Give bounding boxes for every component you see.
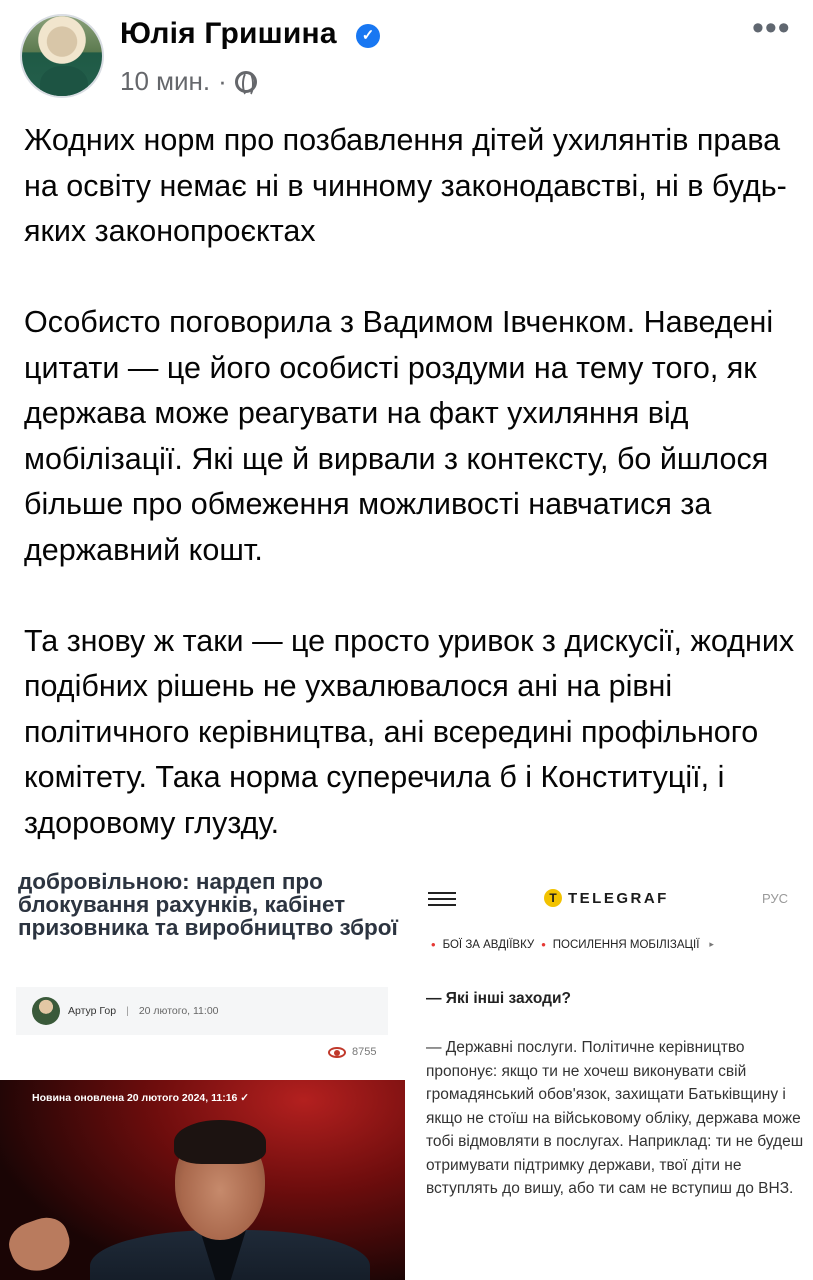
video-updated-label: Новина оновлена 20 лютого 2024, 11:16 ✓ xyxy=(32,1092,250,1104)
article-author: Артур Гор xyxy=(68,1005,117,1017)
verified-badge-icon: ✓ xyxy=(356,24,380,48)
views-counter: 8755 xyxy=(328,1046,376,1058)
video-frame: Новина оновлена 20 лютого 2024, 11:16 ✓ xyxy=(0,1080,405,1280)
more-options-icon[interactable]: ••• xyxy=(752,11,791,45)
article-headline: добровільною: нардеп про блокування раху… xyxy=(18,869,398,940)
logo-text: TELEGRAF xyxy=(568,889,669,907)
language-switch: РУС xyxy=(762,891,789,906)
topics-bar: • БОЇ ЗА АВДІЇВКУ • ПОСИЛЕННЯ МОБІЛІЗАЦІ… xyxy=(424,937,714,952)
article-author-box: Артур Гор | 20 лютого, 11:00 xyxy=(16,987,388,1035)
views-count: 8755 xyxy=(352,1046,377,1058)
eye-icon xyxy=(328,1046,346,1058)
interview-question: — Які інші заходи? xyxy=(426,990,571,1007)
news-screenshot-right: T TELEGRAF РУС • БОЇ ЗА АВДІЇВКУ • ПОСИЛ… xyxy=(410,866,813,1280)
bullet-icon: • xyxy=(541,937,546,952)
author-name[interactable]: Юлія Гришина xyxy=(120,17,337,51)
chevron-right-icon: ▸ xyxy=(709,939,714,949)
post-text: Жодних норм про позбавлення дітей ухилян… xyxy=(24,118,799,846)
logo-mark-icon: T xyxy=(544,889,562,907)
post-image[interactable]: добровільною: нардеп про блокування раху… xyxy=(0,866,813,1280)
post-header: Юлія Гришина ✓ 10 мин. · ••• xyxy=(0,0,813,110)
author-avatar[interactable] xyxy=(20,14,104,98)
bullet-icon: • xyxy=(431,937,436,952)
post-paragraph: Та знову ж таки — це просто уривок з дис… xyxy=(24,623,795,840)
post-meta: 10 мин. · xyxy=(120,66,257,97)
person-hand xyxy=(3,1211,77,1279)
person-hair xyxy=(174,1120,266,1164)
telegraf-logo: T TELEGRAF xyxy=(544,889,669,907)
article-separator: | xyxy=(126,1005,129,1017)
article-author-avatar xyxy=(32,997,60,1025)
post-paragraph: Особисто поговорила з Вадимом Івченком. … xyxy=(24,305,774,567)
hamburger-menu-icon xyxy=(428,892,456,906)
article-date: 20 лютого, 11:00 xyxy=(138,1005,219,1017)
meta-separator: · xyxy=(218,66,227,96)
globe-icon[interactable] xyxy=(234,70,257,97)
topic-item: ПОСИЛЕННЯ МОБІЛІЗАЦІЇ xyxy=(552,938,700,951)
interview-answer: — Державні послуги. Політичне керівництв… xyxy=(426,1039,804,1197)
news-screenshot-left: добровільною: нардеп про блокування раху… xyxy=(0,866,405,1280)
post-time[interactable]: 10 мин. xyxy=(120,66,210,97)
topic-item: БОЇ ЗА АВДІЇВКУ xyxy=(442,938,535,951)
post-paragraph: Жодних норм про позбавлення дітей ухилян… xyxy=(24,123,787,248)
